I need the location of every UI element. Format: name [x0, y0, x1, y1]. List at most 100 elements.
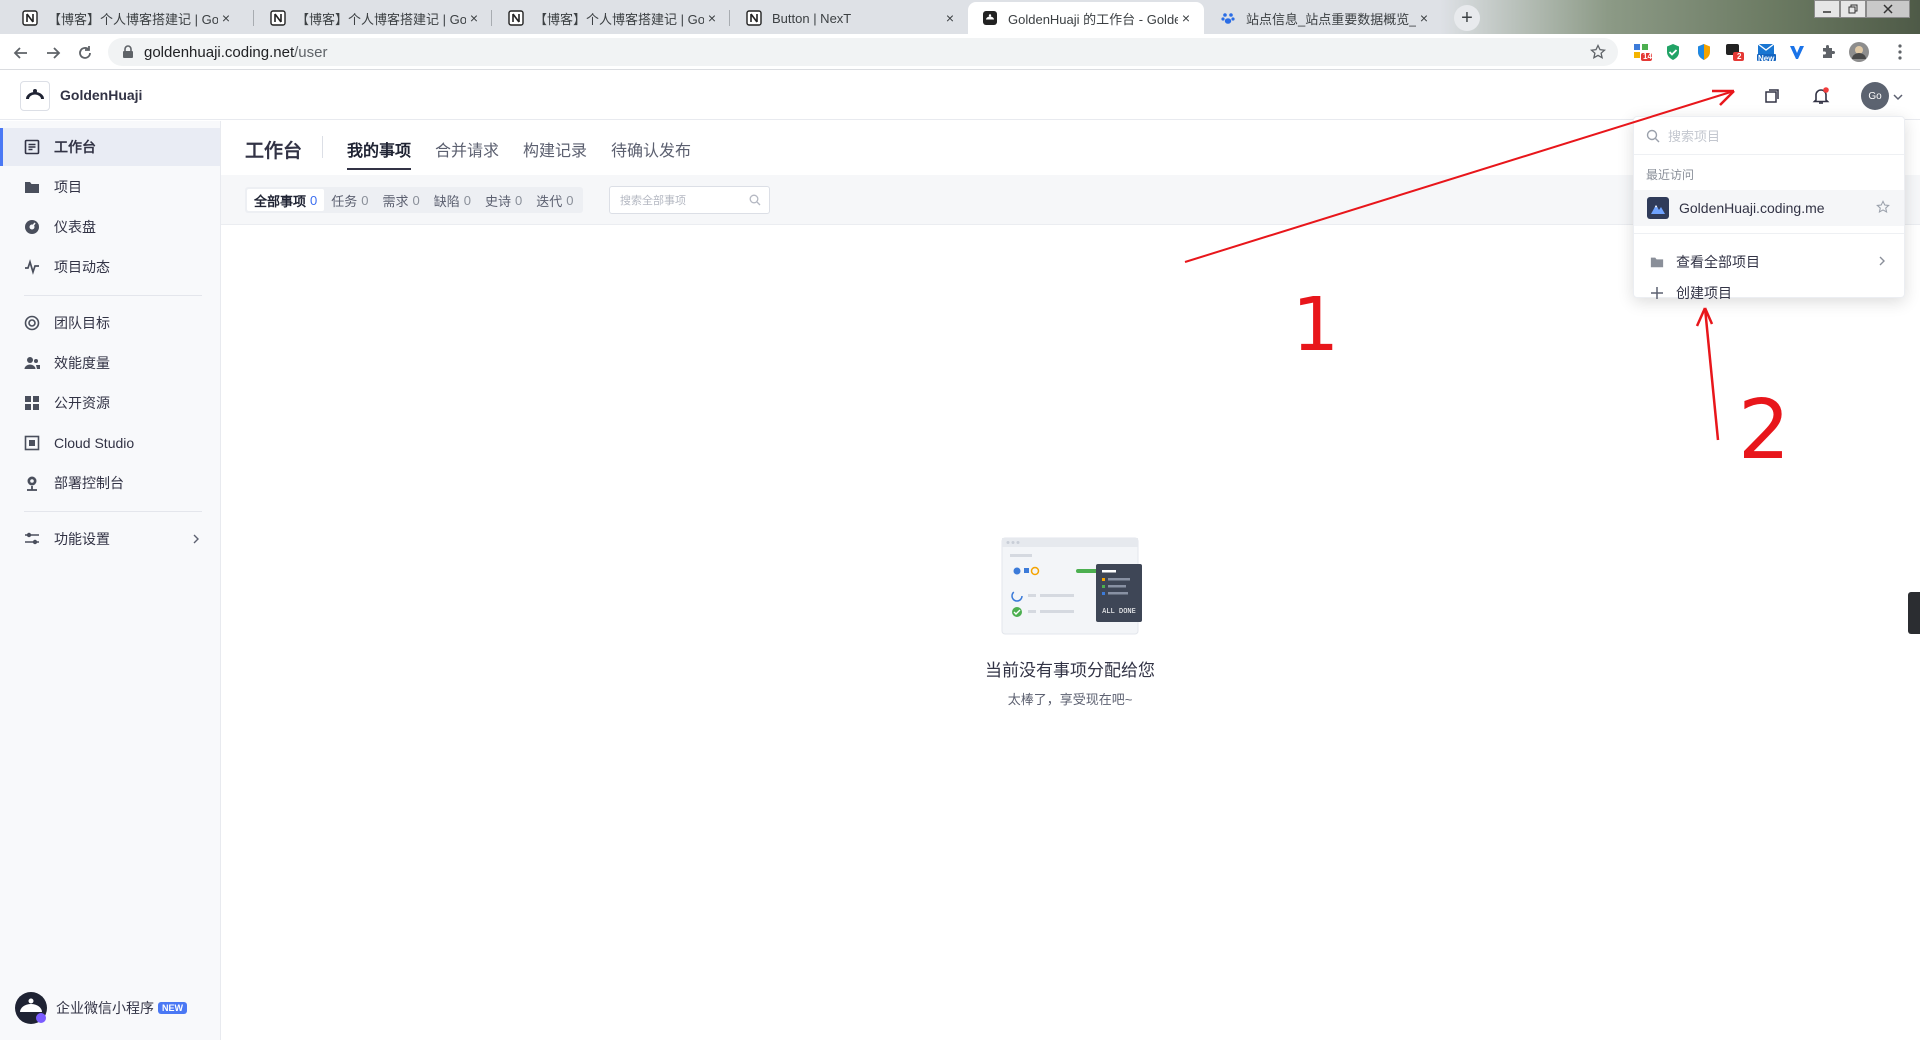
extension-button[interactable] [1694, 42, 1714, 62]
page-title: 工作台 [245, 141, 303, 162]
tab-title: 站点信息_站点重要数据概览_站 [1246, 11, 1416, 27]
sidebar-item-activity[interactable]: 项目动态 [0, 248, 220, 286]
browser-tab[interactable]: 【博客】个人博客搭建记 | Golde × [8, 2, 244, 34]
bookmark-star-icon[interactable] [1590, 44, 1606, 60]
extension-button[interactable] [1787, 42, 1807, 62]
tab-merge-requests[interactable]: 合并请求 [435, 137, 499, 161]
workbench-icon [24, 139, 40, 155]
sidebar-item-deploy-console[interactable]: 部署控制台 [0, 464, 220, 502]
extensions-menu-button[interactable] [1818, 42, 1838, 62]
sidebar-item-team-goals[interactable]: 团队目标 [0, 304, 220, 342]
filter-tasks[interactable]: 任务 0 [324, 189, 375, 211]
address-bar[interactable]: goldenhuaji.coding.net/user [108, 38, 1618, 66]
wecom-mini-program[interactable]: 企业微信小程序 NEW [14, 991, 187, 1025]
restore-window-button[interactable] [1840, 0, 1866, 18]
star-icon[interactable] [1876, 200, 1890, 214]
filter-count: 0 [412, 192, 420, 208]
sidebar-item-public-resources[interactable]: 公开资源 [0, 384, 220, 422]
project-switcher-button[interactable] [1759, 83, 1785, 109]
chevron-down-icon[interactable] [1893, 93, 1903, 101]
v-logo-icon [1790, 46, 1804, 59]
search-all-items-input[interactable]: 搜索全部事项 [609, 186, 770, 214]
filter-requirements[interactable]: 需求 0 [376, 189, 427, 211]
search-placeholder: 搜索项目 [1668, 129, 1721, 144]
filter-iterations[interactable]: 迭代 0 [529, 189, 580, 211]
extension-badge: 2 [1737, 52, 1742, 61]
sidebar-item-label: 公开资源 [54, 395, 110, 411]
project-avatar [1647, 197, 1669, 219]
notifications-button[interactable] [1808, 83, 1834, 109]
filter-defects[interactable]: 缺陷 0 [427, 189, 478, 211]
notion-icon [508, 10, 524, 26]
search-placeholder: 搜索全部事项 [620, 195, 686, 207]
extension-button[interactable] [1663, 42, 1683, 62]
folder-icon [25, 182, 39, 193]
close-icon[interactable]: × [1178, 10, 1194, 26]
close-icon[interactable]: × [704, 10, 720, 26]
user-avatar[interactable]: Go [1861, 82, 1889, 110]
forward-button[interactable] [42, 42, 64, 64]
reload-icon [79, 46, 91, 59]
close-icon[interactable]: × [942, 10, 958, 26]
filter-epics[interactable]: 史诗 0 [478, 189, 529, 211]
close-icon[interactable]: × [218, 10, 234, 26]
browser-tab[interactable]: Button | NexT × [732, 2, 968, 34]
search-icon [1646, 129, 1660, 142]
browser-tab[interactable]: 【博客】个人博客搭建记 | Golde × [256, 2, 492, 34]
create-project-item[interactable]: 创建项目 [1634, 279, 1904, 307]
close-icon[interactable]: × [1416, 10, 1432, 26]
sidebar-item-label: 工作台 [54, 139, 96, 155]
minimize-window-button[interactable] [1814, 0, 1840, 18]
back-button[interactable] [10, 42, 32, 64]
sidebar-item-cloud-studio[interactable]: Cloud Studio [0, 424, 220, 462]
team-logo[interactable] [20, 81, 50, 111]
sidebar-divider [24, 511, 202, 512]
close-window-button[interactable] [1866, 0, 1910, 18]
arrow-left-icon [13, 47, 27, 59]
extension-button[interactable]: New [1756, 42, 1776, 63]
filter-label: 任务 [331, 193, 358, 209]
url-path: /user [294, 43, 328, 61]
extension-button[interactable]: 14 [1632, 42, 1652, 62]
tab-title: 【博客】个人博客搭建记 | Golde [534, 11, 704, 27]
notion-icon [22, 10, 38, 26]
tab-pending-release[interactable]: 待确认发布 [611, 137, 691, 161]
mini-program-label: 企业微信小程序 [56, 1000, 154, 1016]
recent-project-item[interactable]: GoldenHuaji.coding.me [1634, 190, 1904, 226]
notion-icon [746, 10, 762, 26]
filter-label: 全部事项 [254, 193, 307, 209]
sidebar-divider [24, 295, 202, 296]
sidebar-item-workbench[interactable]: 工作台 [0, 128, 220, 166]
illustration-label: ALL DONE [1102, 607, 1136, 615]
title-divider [322, 136, 323, 158]
extension-button[interactable]: 2 [1725, 42, 1745, 62]
arrow-right-icon [47, 47, 61, 59]
browser-tab[interactable]: 站点信息_站点重要数据概览_站 × [1206, 2, 1442, 34]
sidebar-item-metrics[interactable]: 效能度量 [0, 344, 220, 382]
tab-separator [729, 10, 730, 26]
new-tab-button[interactable]: + [1454, 5, 1480, 31]
filter-all[interactable]: 全部事项 0 [247, 189, 325, 211]
side-drawer-handle[interactable] [1908, 592, 1920, 634]
tab-my-items[interactable]: 我的事项 [347, 137, 412, 170]
browser-tab[interactable]: 【博客】个人博客搭建记 | Golde × [494, 2, 730, 34]
view-all-projects-item[interactable]: 查看全部项目 [1634, 247, 1904, 277]
profile-button[interactable] [1849, 42, 1869, 62]
sidebar-item-label: 功能设置 [54, 531, 110, 547]
sidebar-item-feature-settings[interactable]: 功能设置 [0, 520, 220, 558]
filter-count: 0 [361, 192, 369, 208]
reload-button[interactable] [74, 42, 96, 64]
browser-menu-button[interactable] [1890, 42, 1910, 62]
sidebar-item-dashboard[interactable]: 仪表盘 [0, 208, 220, 246]
close-icon[interactable]: × [466, 10, 482, 26]
dropdown-divider [1634, 233, 1904, 234]
tab-build-records[interactable]: 构建记录 [523, 137, 587, 161]
filter-label: 缺陷 [433, 193, 460, 209]
browser-tab-active[interactable]: GoldenHuaji 的工作台 - Golden × [968, 2, 1204, 34]
project-search-input[interactable]: 搜索项目 [1634, 117, 1904, 155]
sidebar-item-projects[interactable]: 项目 [0, 168, 220, 206]
team-name[interactable]: GoldenHuaji [60, 87, 142, 103]
deploy-icon [27, 476, 37, 491]
kebab-menu-icon [1898, 44, 1902, 60]
filter-label: 迭代 [536, 193, 563, 209]
